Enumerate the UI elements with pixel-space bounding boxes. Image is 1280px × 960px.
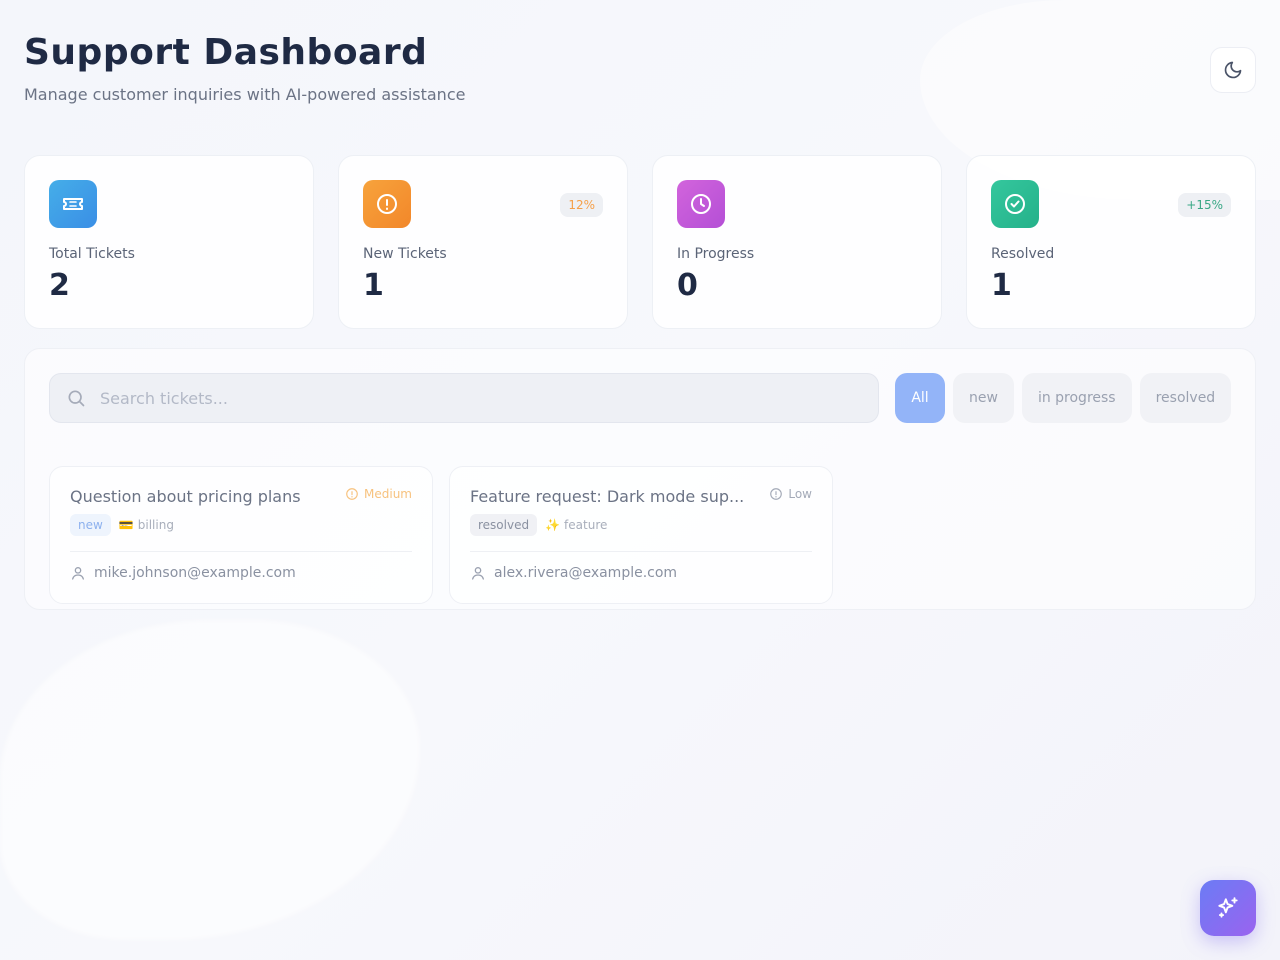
filter-resolved-button[interactable]: resolved	[1139, 373, 1232, 423]
divider	[70, 551, 412, 552]
tickets-panel: All new in progress resolved Question ab…	[24, 348, 1256, 610]
ticket-category: ✨ feature	[545, 518, 607, 532]
ticket-status-badge: resolved	[470, 514, 538, 536]
stat-value: 1	[991, 268, 1012, 303]
clock-icon	[691, 194, 711, 214]
sparkles-icon: ✨	[545, 518, 561, 532]
ticket-tags: resolved ✨ feature	[470, 514, 812, 536]
filter-new-button[interactable]: new	[953, 373, 1014, 423]
ticket-card[interactable]: Feature request: Dark mode sup... Low re…	[449, 466, 833, 604]
ticket-requester: mike.johnson@example.com	[70, 565, 296, 581]
credit-card-icon: 💳	[118, 518, 134, 532]
ticket-requester: alex.rivera@example.com	[470, 565, 677, 581]
ticket-category-label: billing	[137, 518, 174, 532]
ticket-priority: Medium	[345, 487, 412, 501]
ticket-title: Question about pricing plans	[70, 487, 301, 506]
search-icon	[68, 390, 85, 407]
stat-card-in-progress: In Progress 0	[652, 155, 942, 329]
ticket-email: mike.johnson@example.com	[94, 565, 296, 581]
background-decoration	[0, 620, 420, 940]
stat-card-new: 12% New Tickets 1	[338, 155, 628, 329]
user-icon	[472, 567, 484, 580]
page-header: Support Dashboard Manage customer inquir…	[24, 32, 465, 104]
ai-assistant-button[interactable]	[1200, 880, 1256, 936]
alert-circle-icon	[377, 194, 397, 214]
page-title: Support Dashboard	[24, 32, 428, 73]
alert-circle-icon	[770, 488, 783, 500]
search-input[interactable]	[100, 388, 800, 408]
ticket-category: 💳 billing	[119, 518, 174, 532]
stat-icon-box	[49, 180, 97, 228]
user-icon	[72, 567, 84, 580]
stat-value: 0	[677, 268, 698, 303]
stat-card-total: Total Tickets 2	[24, 155, 314, 329]
stat-value: 1	[363, 268, 384, 303]
stat-label: In Progress	[677, 246, 755, 262]
alert-circle-icon	[346, 488, 358, 500]
ticket-card[interactable]: Question about pricing plans Medium new …	[49, 466, 433, 604]
ticket-title: Feature request: Dark mode sup...	[470, 487, 745, 506]
ticket-status-badge: new	[70, 514, 111, 536]
theme-toggle-button[interactable]	[1210, 47, 1256, 93]
ticket-email: alex.rivera@example.com	[494, 565, 678, 581]
filter-in-progress-button[interactable]: in progress	[1021, 373, 1132, 423]
stat-label: New Tickets	[363, 246, 447, 262]
stats-row: Total Tickets 2 12% New Tickets 1 In Pro…	[24, 155, 1256, 329]
moon-icon	[1224, 61, 1242, 79]
status-filter-group: All new in progress resolved	[895, 373, 1232, 423]
stat-value: 2	[49, 268, 70, 303]
stat-icon-box	[677, 180, 725, 228]
stat-label: Resolved	[991, 246, 1055, 262]
check-circle-icon	[1005, 194, 1025, 214]
filter-all-button[interactable]: All	[895, 373, 945, 423]
ticket-tags: new 💳 billing	[70, 514, 412, 536]
sparkles-icon	[1218, 897, 1238, 918]
ticket-icon	[63, 198, 83, 210]
stat-icon-box	[991, 180, 1039, 228]
divider	[470, 551, 812, 552]
ticket-priority-label: Medium	[364, 487, 412, 501]
ticket-category-label: feature	[564, 518, 608, 532]
stat-card-resolved: +15% Resolved 1	[966, 155, 1256, 329]
stat-trend-badge: +15%	[1178, 193, 1231, 217]
ticket-priority-label: Low	[788, 487, 812, 501]
search-box[interactable]	[49, 373, 879, 423]
stat-trend-badge: 12%	[560, 193, 603, 217]
page-subtitle: Manage customer inquiries with AI-powere…	[24, 85, 466, 104]
ticket-priority: Low	[769, 487, 812, 501]
stat-icon-box	[363, 180, 411, 228]
stat-label: Total Tickets	[49, 246, 135, 262]
